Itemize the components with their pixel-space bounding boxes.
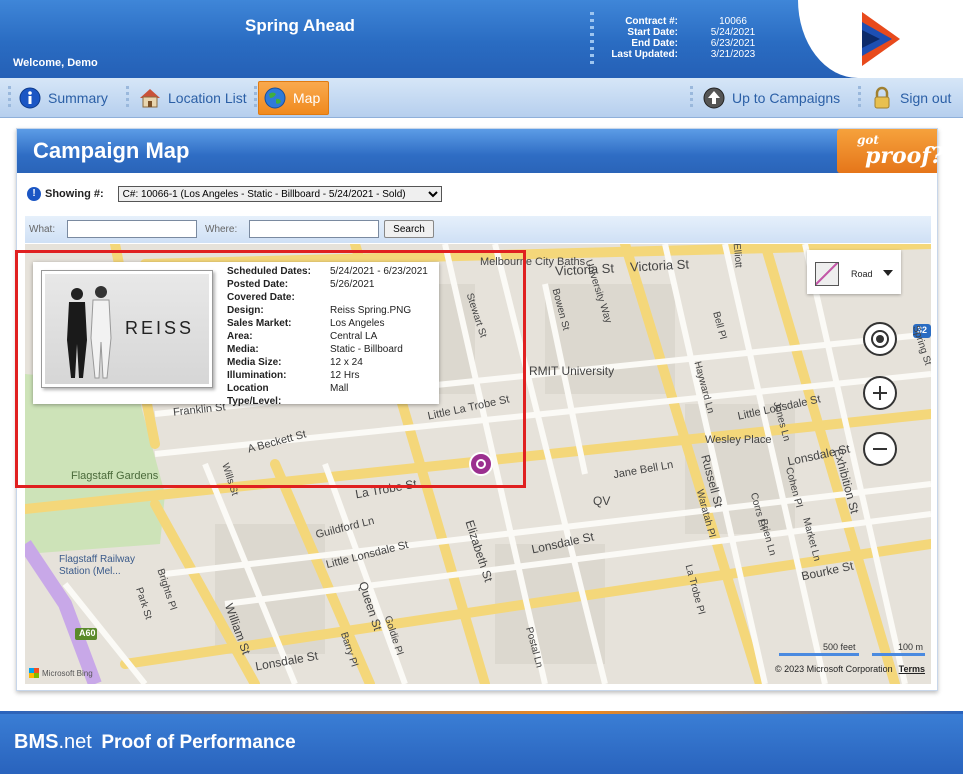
divider — [690, 86, 693, 110]
nav-sign-out[interactable]: Sign out — [866, 81, 951, 115]
start-date-label: Start Date: — [627, 27, 678, 38]
locate-me-button[interactable] — [863, 322, 897, 356]
brand-bold: BMS — [14, 731, 59, 753]
divider — [126, 86, 129, 110]
contract-number-value: 10066 — [719, 16, 747, 27]
footer-tagline: Proof of Performance — [101, 732, 296, 753]
map-style-selector[interactable]: Road — [807, 250, 901, 294]
nav-sign-out-label: Sign out — [900, 90, 952, 106]
company-logo-icon — [862, 12, 900, 66]
what-label: What: — [29, 224, 56, 235]
map-style-label: Road — [851, 269, 873, 279]
nav-summary[interactable]: Summary — [14, 81, 108, 115]
terms-link[interactable]: Terms — [899, 664, 925, 674]
showing-select[interactable]: C#: 10066-1 (Los Angeles - Static - Bill… — [117, 186, 442, 202]
got-proof-big-text: proof? — [865, 143, 944, 169]
bing-logo: Microsoft Bing — [29, 668, 93, 678]
nav-up-to-campaigns[interactable]: Up to Campaigns — [698, 81, 840, 115]
start-date-row: Start Date: 5/24/2021 — [598, 27, 798, 38]
bing-text: Microsoft Bing — [42, 668, 93, 678]
copyright-text: © 2023 Microsoft Corporation — [774, 664, 893, 674]
contract-info: Contract #: 10066 Start Date: 5/24/2021 En… — [590, 12, 798, 64]
brand-net: .net — [58, 731, 92, 753]
map-label: Victoria St — [629, 256, 690, 275]
globe-icon — [263, 86, 287, 110]
divider — [858, 86, 861, 110]
contract-number-label: Contract #: — [625, 16, 678, 27]
map-search-bar: What: Where: Search — [25, 216, 931, 243]
divider — [254, 86, 257, 110]
nav-summary-label: Summary — [48, 90, 108, 106]
panel-header: Campaign Map got proof? — [17, 129, 944, 173]
highlight-box — [15, 250, 526, 488]
last-updated-row: Last Updated: 3/21/2023 — [598, 49, 798, 60]
chevron-down-icon — [883, 270, 893, 276]
app-header: Spring Ahead Welcome, Demo Contract #: 10… — [0, 0, 963, 78]
where-label: Where: — [205, 224, 238, 235]
road-style-icon — [815, 262, 839, 286]
route-badge-label: A60 — [79, 628, 96, 638]
got-proof-logo: got proof? — [837, 129, 944, 173]
page-title: Campaign Map — [33, 138, 190, 163]
map-label: Flagstaff Railway Station (Mel... — [59, 554, 135, 577]
map-label: Wesley Place — [705, 434, 772, 446]
divider — [590, 12, 594, 64]
lock-icon — [870, 86, 894, 110]
plus-icon — [873, 386, 887, 400]
map-scale: 500 feet 100 m — [778, 642, 925, 656]
end-date-label: End Date: — [631, 38, 678, 49]
locate-icon — [871, 330, 889, 348]
logo-area — [798, 0, 963, 78]
footer-brand: BMS.net Proof of Performance — [14, 731, 296, 754]
scale-feet: 500 feet — [778, 642, 860, 656]
end-date-row: End Date: 6/23/2021 — [598, 38, 798, 49]
what-input[interactable] — [67, 220, 197, 238]
contract-number-row: Contract #: 10066 — [598, 16, 798, 27]
nav-up-to-campaigns-label: Up to Campaigns — [732, 90, 841, 106]
app-title: Spring Ahead — [245, 16, 355, 35]
nav-map[interactable]: Map — [258, 81, 330, 115]
up-arrow-icon — [702, 86, 726, 110]
map-label: RMIT University — [529, 364, 615, 378]
scale-meters: 100 m — [871, 642, 925, 656]
main-nav: Summary Location List Map Up to Campaign… — [0, 78, 963, 118]
microsoft-logo-icon — [29, 668, 39, 678]
where-input[interactable] — [249, 220, 379, 238]
showing-row: ! Showing #: C#: 10066-1 (Los Angeles - … — [27, 186, 442, 202]
end-date-value: 6/23/2021 — [710, 38, 756, 49]
map-label: QV — [593, 494, 611, 508]
divider — [8, 86, 11, 110]
footer-stripe — [0, 711, 963, 714]
info-icon — [18, 86, 42, 110]
search-button[interactable]: Search — [384, 220, 434, 238]
map-copyright: © 2023 Microsoft Corporation Terms — [775, 664, 925, 674]
house-icon — [138, 86, 162, 110]
last-updated-label: Last Updated: — [611, 49, 678, 60]
map-label: Elliott — [730, 244, 744, 269]
last-updated-value: 3/21/2023 — [710, 49, 756, 60]
minus-icon — [873, 448, 887, 450]
nav-location-list[interactable]: Location List — [134, 81, 247, 115]
start-date-value: 5/24/2021 — [710, 27, 756, 38]
zoom-in-button[interactable] — [863, 376, 897, 410]
showing-label: Showing #: — [45, 188, 104, 200]
nav-map-label: Map — [293, 90, 321, 106]
app-footer: BMS.net Proof of Performance — [0, 711, 963, 774]
nav-location-list-label: Location List — [168, 90, 247, 106]
info-icon: ! — [27, 187, 41, 201]
welcome-text: Welcome, Demo — [13, 57, 98, 69]
zoom-out-button[interactable] — [863, 432, 897, 466]
